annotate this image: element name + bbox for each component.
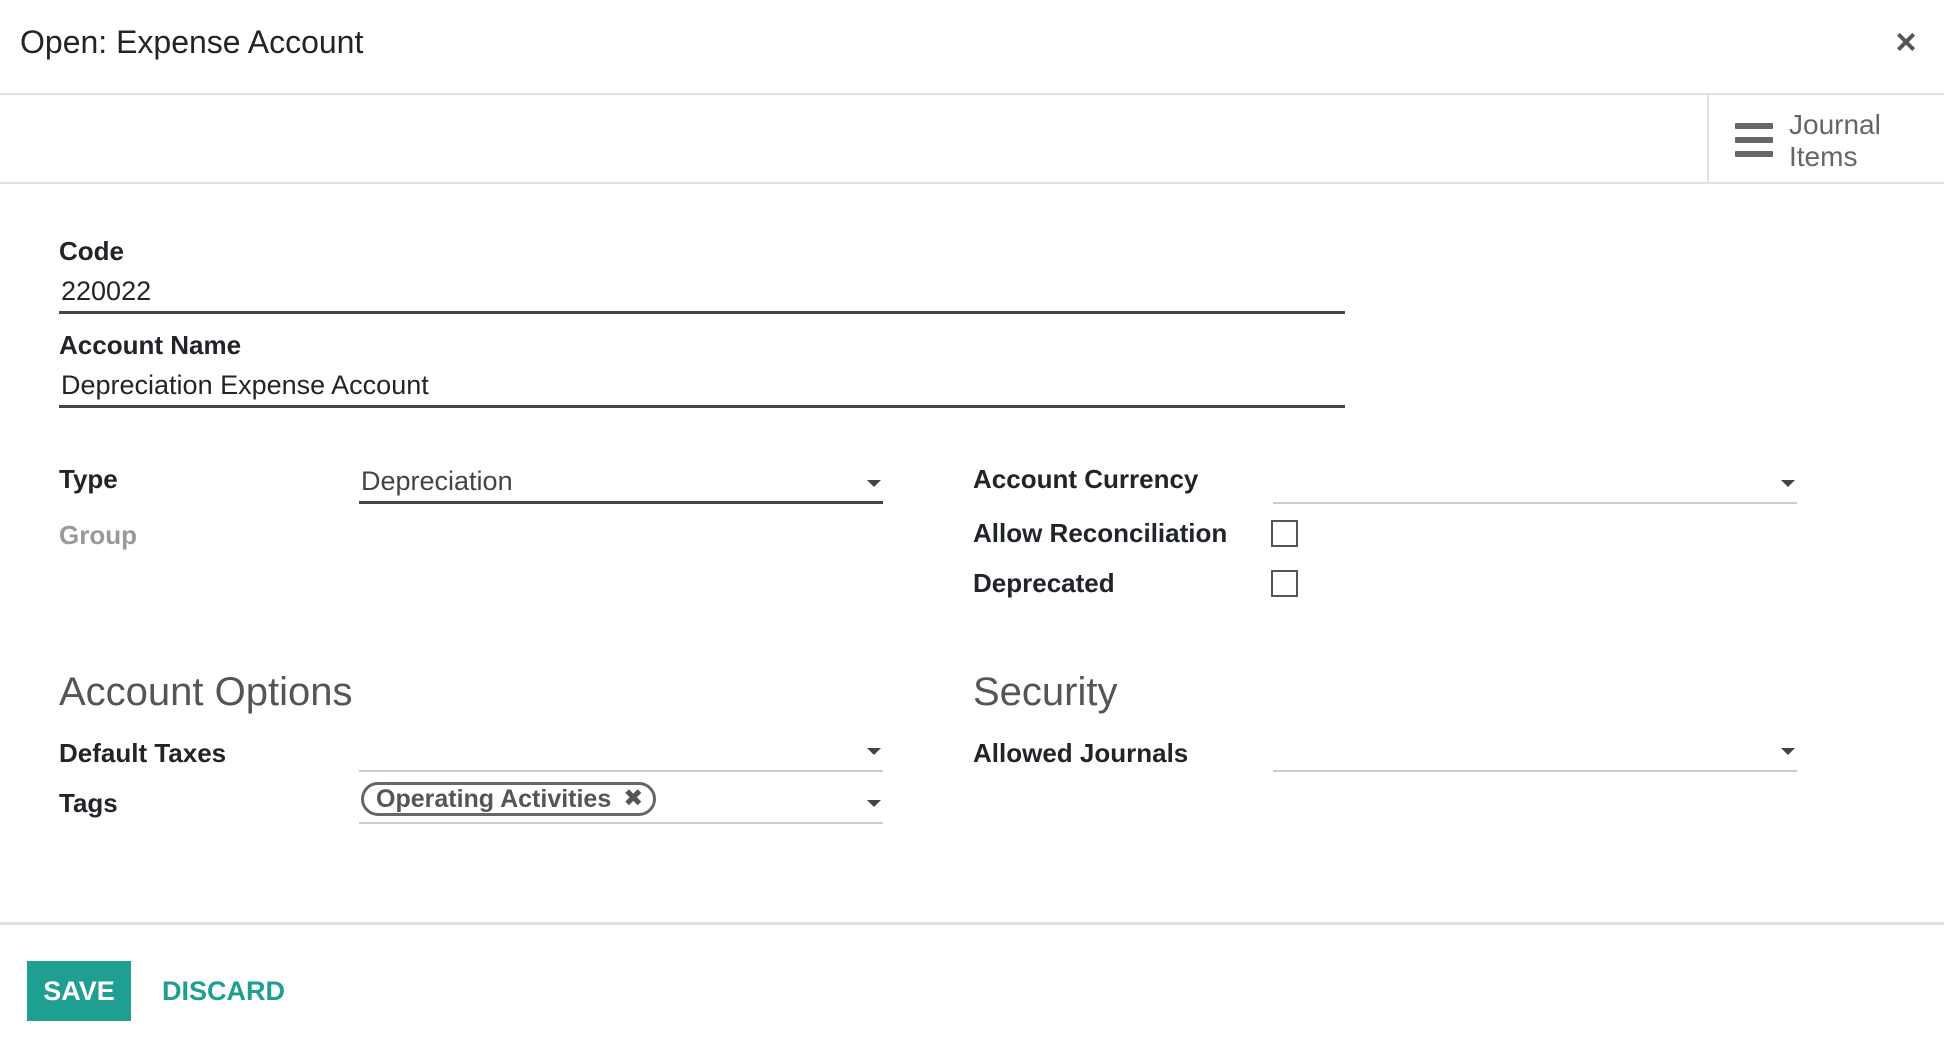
allowed-journals-label: Allowed Journals bbox=[973, 738, 1189, 768]
account-options-title: Account Options bbox=[59, 670, 353, 714]
chevron-down-icon bbox=[1781, 480, 1795, 487]
chevron-down-icon bbox=[867, 480, 881, 487]
button-box: Journal Items bbox=[0, 95, 1944, 184]
chevron-down-icon bbox=[867, 748, 881, 755]
account-currency-select[interactable] bbox=[1273, 460, 1797, 504]
close-icon[interactable]: × bbox=[1886, 22, 1926, 62]
type-value: Depreciation bbox=[361, 466, 513, 496]
default-taxes-label: Default Taxes bbox=[59, 738, 227, 768]
modal-header: Open: Expense Account × bbox=[0, 0, 1944, 95]
allowed-journals-select[interactable] bbox=[1273, 728, 1797, 772]
code-label: Code bbox=[59, 236, 124, 266]
group-label: Group bbox=[59, 520, 137, 550]
dialog-title: Open: Expense Account bbox=[20, 24, 364, 60]
chevron-down-icon bbox=[867, 800, 881, 807]
account-name-input[interactable] bbox=[59, 366, 1345, 408]
chevron-down-icon bbox=[1781, 748, 1795, 755]
deprecated-label: Deprecated bbox=[973, 568, 1115, 598]
journal-items-button[interactable]: Journal Items bbox=[1707, 95, 1944, 182]
deprecated-checkbox[interactable] bbox=[1271, 570, 1298, 597]
type-select[interactable]: Depreciation bbox=[359, 460, 883, 504]
list-icon bbox=[1735, 123, 1773, 157]
allow-reconciliation-label: Allow Reconciliation bbox=[973, 518, 1228, 548]
journal-items-label: Journal Items bbox=[1789, 109, 1881, 172]
tag-label: Operating Activities bbox=[376, 784, 612, 813]
tag-badge: Operating Activities ✖ bbox=[361, 782, 657, 816]
type-label: Type bbox=[59, 464, 118, 494]
account-currency-label: Account Currency bbox=[973, 464, 1199, 494]
security-title: Security bbox=[973, 670, 1118, 714]
modal-footer: SAVE DISCARD bbox=[0, 922, 1944, 1042]
code-input[interactable] bbox=[59, 272, 1345, 314]
tags-select[interactable]: Operating Activities ✖ bbox=[359, 780, 883, 824]
default-taxes-select[interactable] bbox=[359, 728, 883, 772]
save-button[interactable]: SAVE bbox=[27, 961, 131, 1021]
account-name-label: Account Name bbox=[59, 330, 242, 360]
remove-tag-icon[interactable]: ✖ bbox=[623, 787, 643, 811]
discard-button[interactable]: DISCARD bbox=[150, 961, 297, 1021]
tags-label: Tags bbox=[59, 788, 118, 818]
allow-reconciliation-checkbox[interactable] bbox=[1271, 520, 1298, 547]
